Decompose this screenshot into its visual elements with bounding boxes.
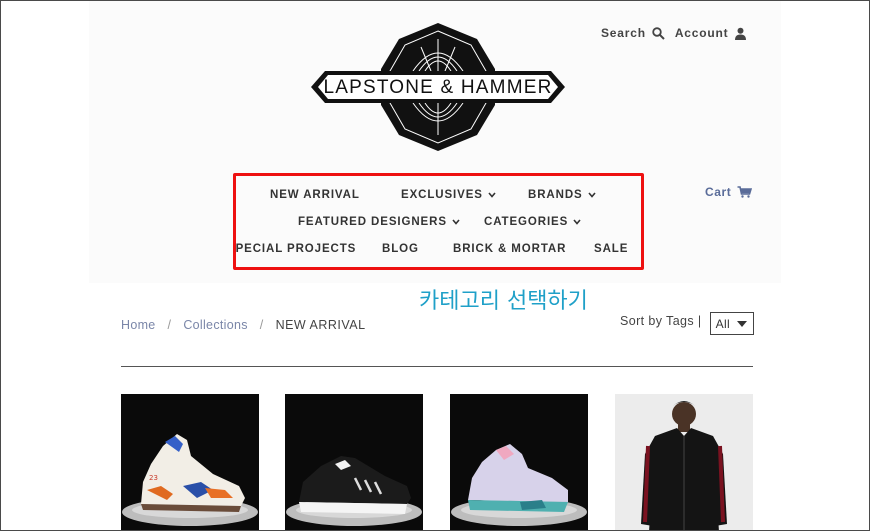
annotation-highlight-box	[233, 173, 644, 270]
account-label: Account	[674, 26, 729, 40]
breadcrumb-separator: /	[167, 318, 172, 332]
cart-icon	[737, 186, 753, 198]
sneaker-white-orange-blue-icon: 23	[122, 434, 258, 526]
sort-label: Sort by Tags |	[620, 313, 702, 328]
caret-down-icon	[736, 320, 747, 327]
breadcrumb-home[interactable]: Home	[121, 318, 156, 332]
breadcrumb: Home / Collections / NEW ARRIVAL	[121, 318, 366, 332]
svg-text:23: 23	[149, 474, 158, 482]
sneaker-lavender-teal-icon	[451, 444, 587, 526]
product-card-4[interactable]	[615, 394, 753, 530]
breadcrumb-current: NEW ARRIVAL	[275, 318, 366, 332]
cart-label: Cart	[705, 185, 732, 199]
site-logo[interactable]: LAPSTONE & HAMMER	[309, 21, 567, 153]
logo-text: LAPSTONE & HAMMER	[323, 77, 553, 98]
breadcrumb-collections[interactable]: Collections	[183, 318, 247, 332]
cart-link[interactable]: Cart	[705, 185, 753, 199]
annotation-caption: 카테고리 선택하기	[419, 289, 588, 314]
sort-control: Sort by Tags | All	[620, 312, 754, 335]
browser-frame: Search Account LAPSTONE & HAMMER NEW ARR…	[0, 0, 870, 531]
sort-selected-value: All	[715, 316, 731, 331]
user-icon	[735, 27, 747, 40]
breadcrumb-separator: /	[259, 318, 264, 332]
product-card-2[interactable]	[285, 394, 423, 530]
search-label: Search	[601, 26, 646, 40]
product-card-1[interactable]: 23	[121, 394, 259, 530]
search-link[interactable]: Search	[601, 26, 665, 40]
search-icon	[652, 26, 665, 40]
sort-tags-select[interactable]: All	[709, 312, 754, 335]
divider	[121, 366, 753, 367]
utility-nav: Search Account	[601, 26, 747, 40]
track-jacket-black-red-icon	[641, 401, 727, 530]
account-link[interactable]: Account	[675, 26, 748, 40]
sneaker-black-white-icon	[286, 456, 422, 526]
product-card-3[interactable]	[450, 394, 588, 530]
